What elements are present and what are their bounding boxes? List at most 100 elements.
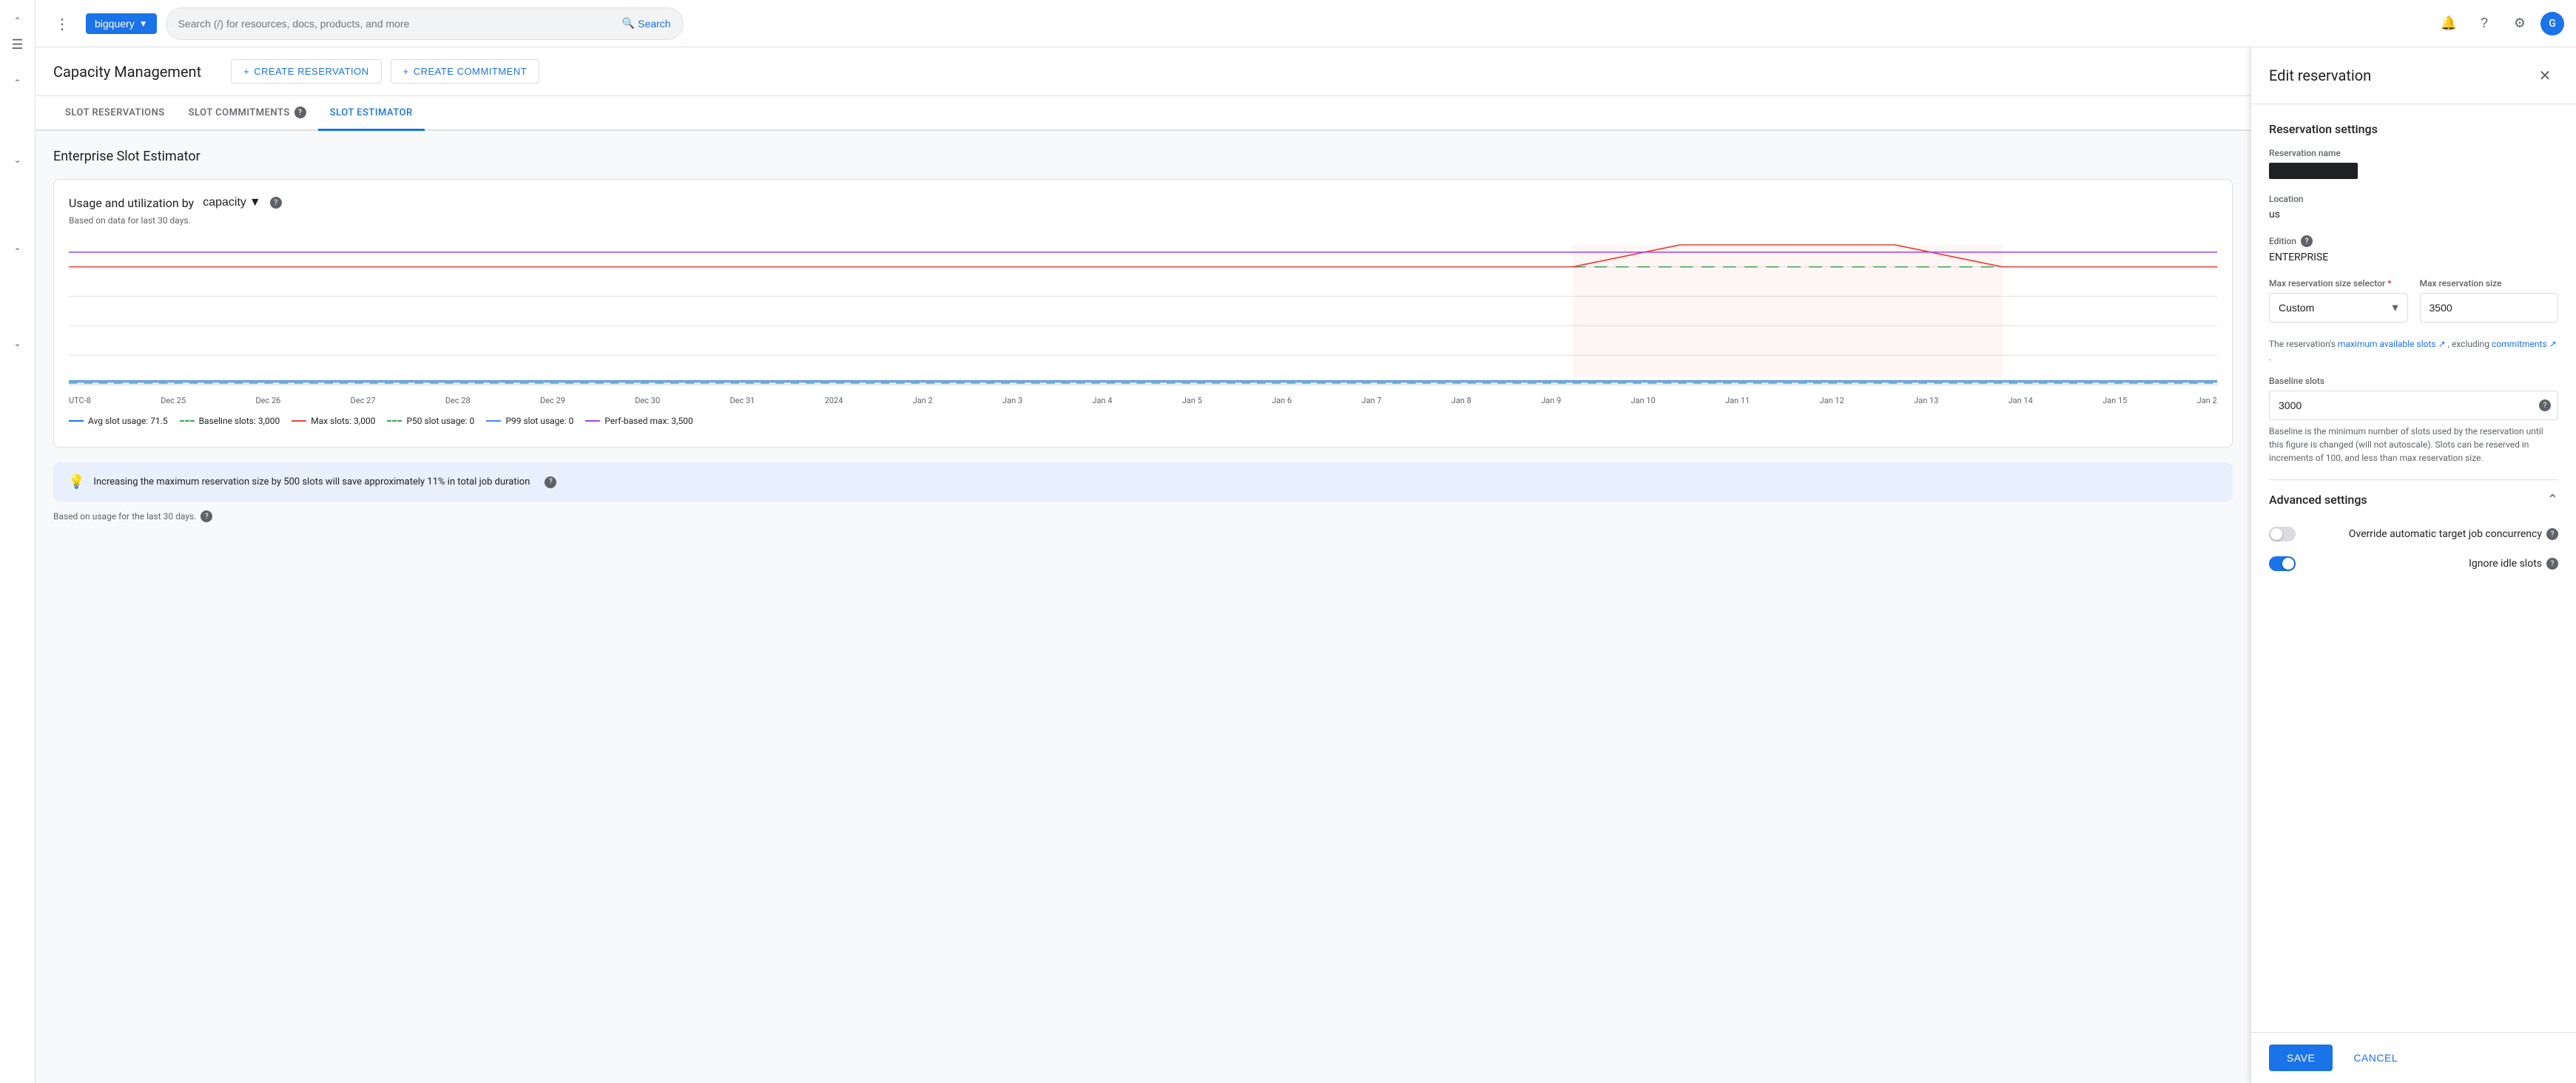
chart-by-dropdown-arrow: ▼: [249, 196, 261, 209]
sidebar-chevron-3[interactable]: ⌃: [3, 243, 33, 260]
hint-link-max-slots[interactable]: maximum available slots ↗: [2338, 339, 2448, 349]
baseline-help-icon[interactable]: ?: [2539, 399, 2551, 411]
legend-p50-line: [387, 420, 402, 422]
x-label-20: Jan 13: [1914, 396, 1938, 405]
override-help-icon[interactable]: ?: [2546, 528, 2558, 540]
x-label-1: Dec 25: [161, 396, 186, 405]
settings-icon[interactable]: ⚙: [2505, 9, 2535, 38]
usage-note-text: Based on usage for the last 30 days.: [53, 511, 196, 522]
create-commitment-label: CREATE COMMITMENT: [414, 66, 527, 77]
commitments-external-icon: ↗: [2549, 339, 2557, 349]
legend-avg-label: Avg slot usage: 71.5: [88, 416, 168, 426]
legend-baseline-line: [180, 420, 195, 422]
external-link-icon: ↗: [2438, 339, 2446, 349]
create-reservation-icon: +: [243, 66, 249, 77]
override-toggle-knob: [2270, 528, 2282, 540]
max-size-input[interactable]: [2420, 293, 2559, 323]
hint-link-commitments[interactable]: commitments ↗: [2492, 339, 2557, 349]
max-size-selector-select[interactable]: Custom Auto: [2269, 293, 2408, 323]
legend-avg-slot-usage: Avg slot usage: 71.5: [69, 416, 168, 426]
sidebar-collapse-icon[interactable]: ⌃: [3, 12, 33, 30]
advanced-settings-header[interactable]: Advanced settings ⌃: [2269, 479, 2558, 519]
legend-max-line: [291, 420, 306, 422]
tab-slot-commitments[interactable]: SLOT COMMITMENTS ?: [177, 96, 318, 131]
override-toggle-row: Override automatic target job concurrenc…: [2269, 519, 2558, 549]
ignore-idle-toggle-switch[interactable]: [2269, 556, 2296, 571]
sidebar-chevron-4[interactable]: ⌄: [3, 334, 33, 352]
app-name-dropdown-arrow: ▼: [139, 18, 148, 29]
search-input[interactable]: [178, 18, 616, 30]
hint-prefix: The reservation's: [2269, 339, 2336, 349]
page-header: Capacity Management + CREATE RESERVATION…: [36, 47, 2250, 96]
chart-section: Usage and utilization by capacity ▼ ? Ba…: [53, 179, 2233, 448]
search-icon: 🔍: [622, 17, 635, 30]
ignore-idle-help-icon[interactable]: ?: [2546, 558, 2558, 570]
search-bar[interactable]: 🔍 Search: [166, 7, 684, 40]
edition-help-icon[interactable]: ?: [2301, 235, 2313, 247]
notifications-icon[interactable]: 🔔: [2434, 9, 2464, 38]
legend-p99: P99 slot usage: 0: [486, 416, 573, 426]
legend-perf-max: Perf-based max: 3,500: [585, 416, 692, 426]
topnav-right: 🔔 ? ⚙ G: [2434, 9, 2564, 38]
edition-value: ENTERPRISE: [2269, 252, 2558, 263]
avatar[interactable]: G: [2540, 12, 2564, 36]
x-label-3: Dec 27: [351, 396, 376, 405]
max-reservation-row: Max reservation size selector * Custom A…: [2269, 278, 2558, 323]
chart-title-prefix: Usage and utilization by: [69, 196, 194, 210]
main-wrapper: ⋮ bigquery ▼ 🔍 Search 🔔 ? ⚙ G Capacity M…: [36, 0, 2576, 1083]
edition-label-row: Edition ?: [2269, 235, 2558, 247]
info-help-icon[interactable]: ?: [544, 476, 556, 488]
x-label-21: Jan 14: [2009, 396, 2033, 405]
section-title: Enterprise Slot Estimator: [53, 149, 2233, 164]
search-button[interactable]: 🔍 Search: [622, 17, 671, 30]
legend-max-label: Max slots: 3,000: [311, 416, 375, 426]
baseline-slots-label: Baseline slots: [2269, 376, 2558, 386]
legend-max-slots: Max slots: 3,000: [291, 416, 375, 426]
x-label-4: Dec 28: [445, 396, 471, 405]
tab-slot-reservations[interactable]: SLOT RESERVATIONS: [53, 96, 177, 131]
info-box: 💡 Increasing the maximum reservation siz…: [53, 462, 2233, 502]
app-switcher-icon[interactable]: ⋮: [47, 9, 77, 38]
reservation-name-redacted: [2269, 163, 2358, 179]
edition-label: Edition: [2269, 236, 2296, 246]
tab-slot-estimator[interactable]: SLOT ESTIMATOR: [318, 96, 425, 131]
x-label-18: Jan 11: [1725, 396, 1750, 405]
create-commitment-button[interactable]: + CREATE COMMITMENT: [391, 59, 540, 84]
sidebar-nav-icon-1[interactable]: ☰: [3, 30, 33, 59]
sidebar-chevron-2[interactable]: ⌄: [3, 151, 33, 169]
legend-p99-line: [486, 420, 501, 422]
save-button[interactable]: SAVE: [2269, 1045, 2333, 1071]
baseline-slots-field: Baseline slots ? Baseline is the minimum…: [2269, 376, 2558, 465]
create-commitment-icon: +: [403, 66, 409, 77]
override-toggle-switch[interactable]: [2269, 527, 2296, 542]
chart-area: [69, 237, 2217, 385]
app-name-label: bigquery: [95, 18, 135, 30]
tabs-bar: SLOT RESERVATIONS SLOT COMMITMENTS ? SLO…: [36, 96, 2250, 131]
x-label-9: Jan 2: [913, 396, 933, 405]
create-reservation-button[interactable]: + CREATE RESERVATION: [231, 59, 382, 84]
help-icon[interactable]: ?: [2469, 9, 2499, 38]
x-label-12: Jan 5: [1182, 396, 1202, 405]
panel-header: Edit reservation ✕: [2251, 47, 2576, 104]
cancel-button[interactable]: CANCEL: [2341, 1045, 2410, 1071]
chart-by-dropdown[interactable]: capacity ▼: [200, 195, 264, 211]
slot-commitments-help-icon[interactable]: ?: [294, 107, 306, 118]
inner-content: Enterprise Slot Estimator Usage and util…: [36, 131, 2250, 540]
max-size-selector-label: Max reservation size selector *: [2269, 278, 2408, 289]
chart-help-icon[interactable]: ?: [270, 197, 282, 209]
location-field: Location us: [2269, 194, 2558, 220]
legend-perf-line: [585, 420, 600, 422]
x-label-15: Jan 8: [1451, 396, 1471, 405]
x-label-7: Dec 31: [729, 396, 755, 405]
app-name-button[interactable]: bigquery ▼: [86, 13, 157, 34]
reservation-name-label: Reservation name: [2269, 148, 2558, 158]
usage-note: Based on usage for the last 30 days. ?: [53, 510, 2233, 522]
panel-close-button[interactable]: ✕: [2532, 62, 2558, 89]
x-label-19: Jan 12: [1820, 396, 1844, 405]
usage-note-help-icon[interactable]: ?: [200, 510, 212, 522]
sidebar-chevron-1[interactable]: ⌃: [3, 74, 33, 92]
x-label-10: Jan 3: [1002, 396, 1022, 405]
baseline-input-wrapper: ?: [2269, 391, 2558, 420]
panel-footer: SAVE CANCEL: [2251, 1032, 2576, 1083]
baseline-slots-input[interactable]: [2269, 391, 2558, 420]
